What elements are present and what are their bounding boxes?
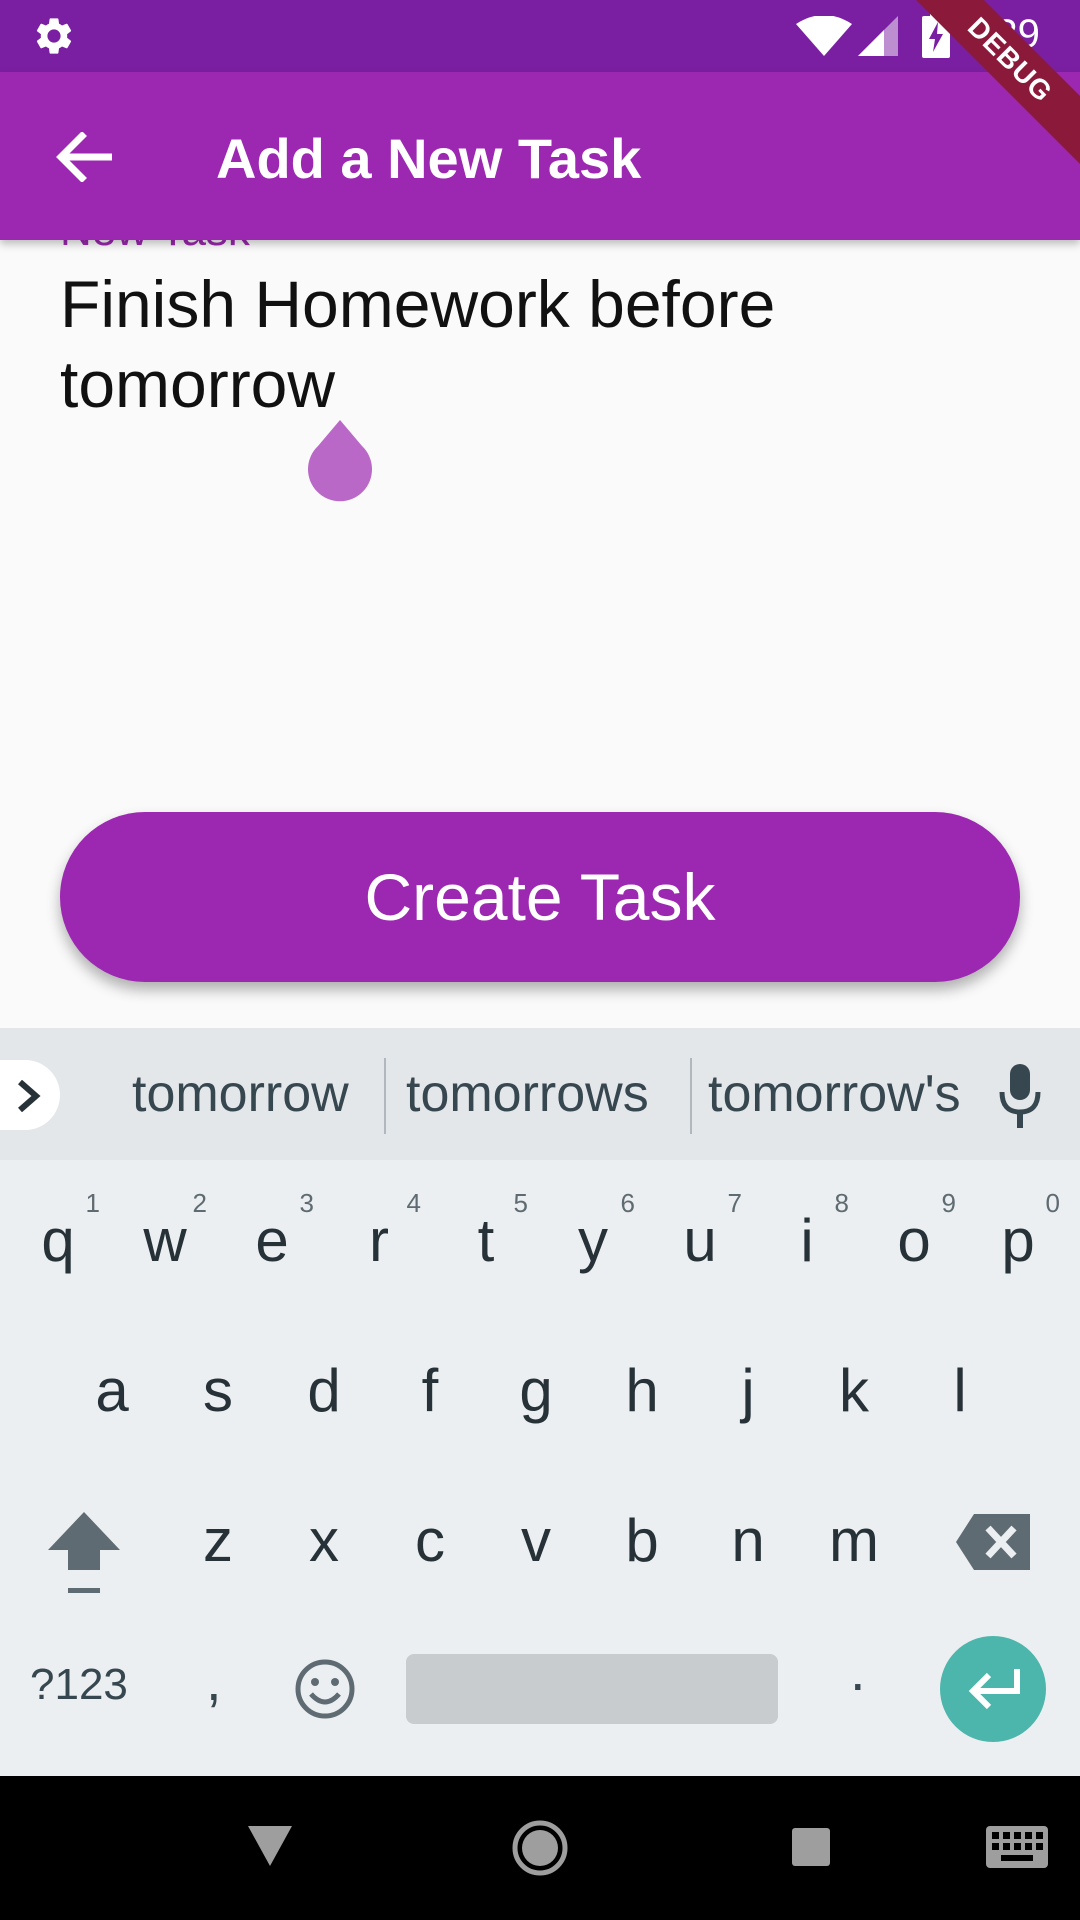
suggestion-2[interactable]: tomorrows [406,1064,649,1124]
key-y[interactable]: y6 [543,1178,643,1288]
gear-icon [36,18,72,54]
key-g[interactable]: g [486,1328,586,1438]
nav-back-icon[interactable] [248,1826,292,1866]
key-a[interactable]: a [62,1328,162,1438]
arrow-back-icon[interactable] [56,132,112,182]
key-d[interactable]: d [274,1328,374,1438]
nav-home-icon[interactable] [512,1820,568,1876]
keyboard-switch-icon[interactable] [986,1826,1048,1868]
key-i[interactable]: i8 [757,1178,857,1288]
suggestion-3[interactable]: tomorrow's [708,1064,961,1124]
key-s[interactable]: s [168,1328,268,1438]
key-z[interactable]: z [168,1478,268,1588]
key-k[interactable]: k [804,1328,904,1438]
screen: 1:29 Add a New Task DEBUG New Task Finis… [0,0,1080,1920]
period-key[interactable]: . [850,1638,866,1703]
create-task-button[interactable]: Create Task [60,812,1020,982]
suggestion-bar: tomorrow tomorrows tomorrow's [0,1028,1080,1160]
suggestion-divider [690,1058,692,1134]
status-bar: 1:29 [0,0,1080,72]
chevron-right-icon [18,1080,41,1112]
key-b[interactable]: b [592,1478,692,1588]
suggestion-divider [384,1058,386,1134]
comma-key[interactable]: , [206,1648,222,1713]
key-l[interactable]: l [910,1328,1010,1438]
key-o[interactable]: o9 [864,1178,964,1288]
enter-key[interactable] [940,1636,1046,1742]
shift-key[interactable] [46,1508,122,1604]
system-nav-bar [0,1776,1080,1920]
text-cursor-handle[interactable] [306,420,374,504]
space-bar[interactable] [406,1654,778,1724]
microphone-icon[interactable] [998,1064,1042,1128]
emoji-icon[interactable] [294,1658,356,1720]
page-title: Add a New Task [216,127,642,190]
key-n[interactable]: n [698,1478,798,1588]
symbols-key[interactable]: ?123 [30,1660,128,1710]
key-p[interactable]: p0 [968,1178,1068,1288]
key-w[interactable]: w2 [115,1178,215,1288]
task-input[interactable]: Finish Homework before tomorrow [60,264,820,424]
key-c[interactable]: c [380,1478,480,1588]
backspace-icon[interactable] [956,1514,1030,1570]
nav-recents-icon[interactable] [792,1828,830,1866]
key-t[interactable]: t5 [436,1178,536,1288]
key-x[interactable]: x [274,1478,374,1588]
key-f[interactable]: f [380,1328,480,1438]
app-bar: Add a New Task [0,72,1080,240]
key-h[interactable]: h [592,1328,692,1438]
signal-icon [858,16,898,56]
key-m[interactable]: m [804,1478,904,1588]
key-r[interactable]: r4 [329,1178,429,1288]
return-icon [968,1669,1020,1710]
key-e[interactable]: e3 [222,1178,322,1288]
expand-suggestions-button[interactable] [0,1060,60,1130]
key-j[interactable]: j [698,1328,798,1438]
key-q[interactable]: q1 [8,1178,108,1288]
suggestion-1[interactable]: tomorrow [132,1064,349,1124]
key-v[interactable]: v [486,1478,586,1588]
key-u[interactable]: u7 [650,1178,750,1288]
create-task-button-label: Create Task [364,860,716,934]
soft-keyboard: tomorrow tomorrows tomorrow's q1 w2 e3 r… [0,1028,1080,1776]
wifi-icon [796,16,852,56]
